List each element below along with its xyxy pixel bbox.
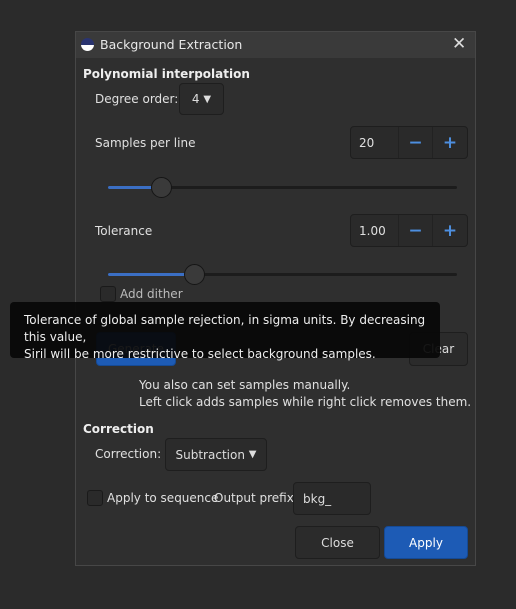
hint-line-1: You also can set samples manually. — [139, 378, 351, 392]
tolerance-slider[interactable] — [108, 264, 457, 285]
window-title: Background Extraction — [100, 37, 243, 52]
background-extraction-dialog: Background Extraction ✕ Polynomial inter… — [75, 31, 476, 566]
correction-value: Subtraction — [175, 447, 245, 462]
siril-app-icon — [81, 38, 94, 51]
apply-to-sequence-label: Apply to sequence — [107, 491, 219, 505]
tooltip-line-1: Tolerance of global sample rejection, in… — [24, 313, 426, 344]
degree-label: Degree order: — [95, 92, 179, 106]
samples-spinner[interactable]: 20 − + — [350, 126, 468, 159]
hint-line-2: Left click adds samples while right clic… — [139, 395, 472, 409]
apply-button[interactable]: Apply — [384, 526, 468, 559]
tooltip-line-2: Siril will be more restrictive to select… — [24, 347, 376, 361]
correction-label: Correction: — [95, 447, 162, 461]
samples-decrement-button[interactable]: − — [399, 127, 433, 158]
tolerance-slider-fill — [108, 273, 194, 276]
tolerance-decrement-button[interactable]: − — [399, 215, 433, 246]
tolerance-slider-handle[interactable] — [184, 264, 205, 285]
tolerance-value[interactable]: 1.00 — [351, 215, 399, 246]
title-bar: Background Extraction ✕ — [76, 32, 475, 58]
output-prefix-input[interactable]: bkg_ — [293, 482, 371, 515]
degree-value: 4 — [191, 92, 200, 106]
tolerance-label: Tolerance — [95, 224, 153, 238]
samples-increment-button[interactable]: + — [433, 127, 467, 158]
output-prefix-label: Output prefix: — [214, 491, 298, 505]
tolerance-spinner[interactable]: 1.00 − + — [350, 214, 468, 247]
degree-order-dropdown[interactable]: 4 ▼ — [179, 83, 224, 115]
samples-slider[interactable] — [108, 177, 457, 198]
samples-value[interactable]: 20 — [351, 127, 399, 158]
add-dither-label: Add dither — [120, 287, 183, 301]
apply-to-sequence-checkbox[interactable] — [87, 490, 103, 506]
chevron-down-icon: ▼ — [203, 93, 212, 105]
tolerance-increment-button[interactable]: + — [433, 215, 467, 246]
minus-icon: − — [408, 220, 423, 241]
plus-icon: + — [442, 220, 458, 241]
correction-dropdown[interactable]: Subtraction ▼ — [165, 438, 267, 471]
polynomial-heading: Polynomial interpolation — [83, 67, 250, 81]
minus-icon: − — [408, 132, 423, 153]
chevron-down-icon: ▼ — [248, 449, 257, 460]
close-button[interactable]: Close — [295, 526, 380, 559]
correction-heading: Correction — [83, 422, 154, 436]
samples-slider-handle[interactable] — [151, 177, 172, 198]
samples-label: Samples per line — [95, 136, 196, 150]
add-dither-checkbox[interactable] — [100, 286, 116, 302]
close-icon[interactable]: ✕ — [452, 34, 466, 54]
tolerance-tooltip: Tolerance of global sample rejection, in… — [10, 302, 440, 361]
plus-icon: + — [442, 132, 458, 153]
